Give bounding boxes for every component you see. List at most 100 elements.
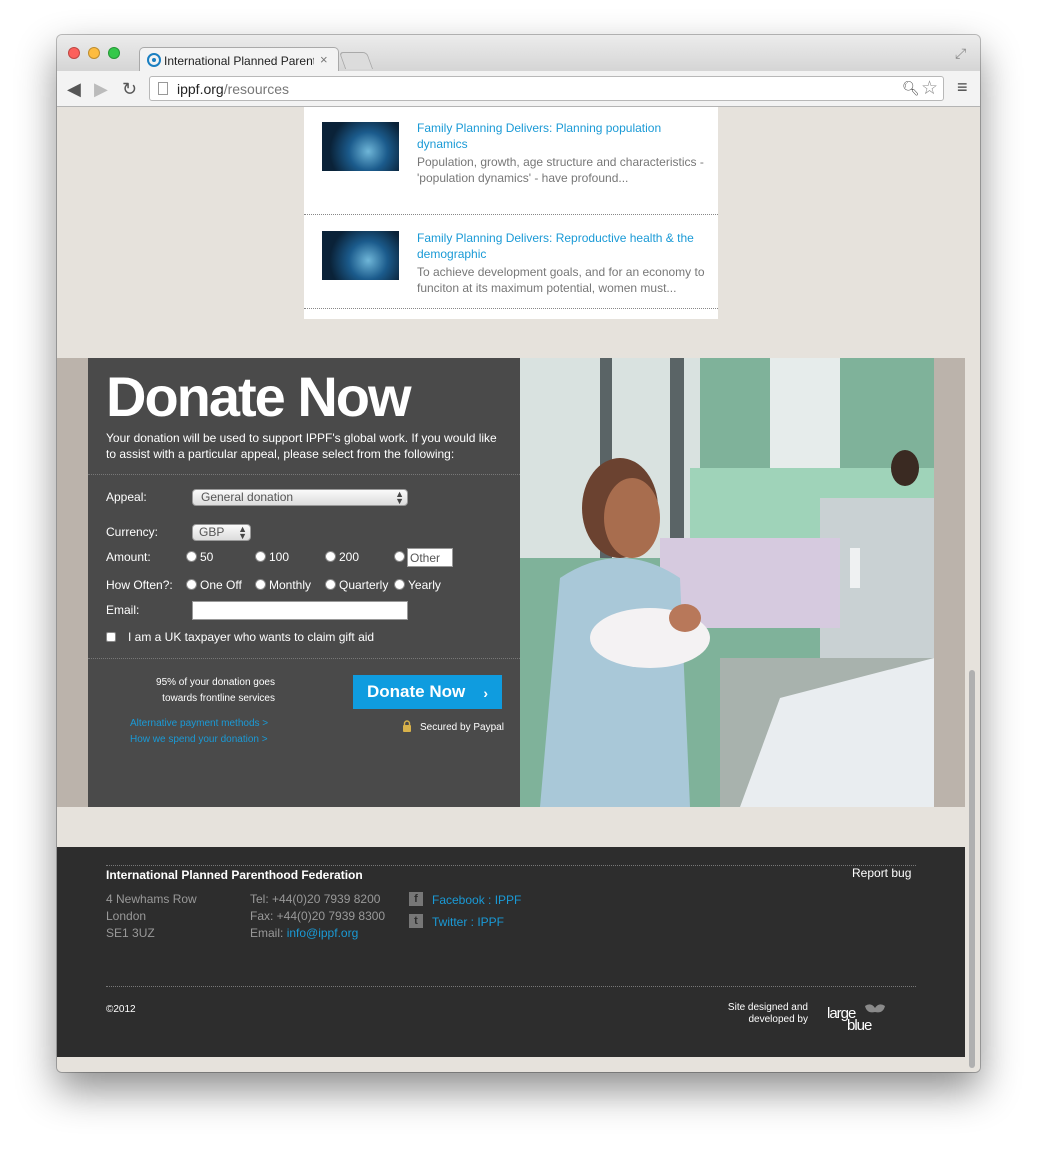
- address-bar[interactable]: ippf.org/resources 🔍︎ ☆: [149, 76, 944, 101]
- alternative-payment-link[interactable]: Alternative payment methods >: [130, 718, 268, 729]
- list-item: Family Planning Delivers: Reproductive h…: [304, 215, 718, 309]
- donate-heading: Donate Now: [106, 365, 412, 428]
- vertical-scrollbar[interactable]: [969, 670, 975, 1068]
- footer-org-name: International Planned Parenthood Federat…: [106, 868, 363, 882]
- frequency-radio-quarterly[interactable]: [325, 579, 336, 590]
- frequency-option-label: One Off: [200, 578, 242, 592]
- resource-thumbnail[interactable]: [322, 231, 399, 280]
- frequency-option-label: Quarterly: [339, 578, 389, 592]
- frequency-radio-yearly[interactable]: [394, 579, 405, 590]
- appeal-label: Appeal:: [106, 490, 147, 504]
- amount-option-label: 50: [200, 550, 214, 564]
- frequency-radio-one-off[interactable]: [186, 579, 197, 590]
- frequency-radio-monthly[interactable]: [255, 579, 266, 590]
- menu-icon[interactable]: ≡: [957, 77, 968, 98]
- twitter-link[interactable]: Twitter : IPPF: [432, 915, 504, 929]
- browser-window: International Planned Parenthood × ⤢ ◀ ▶…: [57, 35, 980, 1072]
- url-host: ippf.org: [177, 81, 224, 97]
- divider: [106, 986, 916, 987]
- giftaid-label: I am a UK taxpayer who wants to claim gi…: [128, 630, 375, 644]
- appeal-select[interactable]: General donation ▲ ▼: [192, 489, 408, 506]
- frequency-label: How Often?:: [106, 578, 173, 592]
- window-close-button[interactable]: [68, 47, 80, 59]
- amount-radio-other[interactable]: [394, 551, 405, 562]
- address-line: SE1 3UZ: [106, 926, 155, 940]
- email-line: Email: info@ippf.org: [250, 926, 358, 940]
- email-link[interactable]: info@ippf.org: [287, 926, 359, 940]
- currency-value: GBP: [199, 525, 225, 539]
- resource-thumbnail[interactable]: [322, 122, 399, 171]
- donate-button-label: Donate Now: [367, 682, 466, 701]
- resource-description: Population, growth, age structure and ch…: [417, 155, 704, 185]
- report-bug-link[interactable]: Report bug: [852, 866, 911, 880]
- facebook-icon[interactable]: f: [409, 892, 423, 906]
- ippf-favicon-icon: [147, 53, 161, 67]
- giftaid-checkbox[interactable]: [106, 632, 116, 642]
- new-tab-button[interactable]: [338, 52, 374, 69]
- page-icon: [158, 82, 168, 95]
- back-arrow-icon[interactable]: ◀: [67, 79, 81, 100]
- forward-arrow-icon[interactable]: ▶: [94, 79, 108, 100]
- amount-label: Amount:: [106, 550, 151, 564]
- divider: [88, 658, 520, 659]
- select-arrows-icon: ▲ ▼: [395, 489, 404, 506]
- zoom-icon[interactable]: 🔍︎: [902, 80, 920, 97]
- bookmark-star-icon[interactable]: ☆: [921, 77, 938, 100]
- site-credit: Site designed and developed by: [727, 1002, 808, 1025]
- tab-title: International Planned Parenthood: [164, 54, 314, 68]
- email-field[interactable]: [192, 601, 408, 620]
- list-item: Family Planning Delivers: Planning popul…: [304, 107, 718, 215]
- divider: [106, 865, 916, 866]
- donate-now-button[interactable]: Donate Now ›: [353, 675, 502, 709]
- fax: Fax: +44(0)20 7939 8300: [250, 909, 386, 923]
- facebook-link[interactable]: Facebook : IPPF: [432, 893, 521, 907]
- address-line: London: [106, 909, 147, 923]
- donate-section: Donate Now Your donation will be used to…: [57, 358, 965, 807]
- secured-by-paypal: Secured by Paypal: [420, 722, 504, 733]
- tab-close-icon[interactable]: ×: [320, 52, 328, 67]
- currency-label: Currency:: [106, 525, 159, 539]
- resource-title-link[interactable]: Family Planning Delivers: Reproductive h…: [417, 230, 707, 262]
- donation-spend-link[interactable]: How we spend your donation >: [130, 734, 268, 745]
- amount-radio-100[interactable]: [255, 551, 266, 562]
- title-bar: International Planned Parenthood × ⤢: [57, 35, 980, 72]
- logo-text-blue: blue: [847, 1017, 872, 1032]
- select-arrows-icon: ▲ ▼: [238, 524, 247, 541]
- appeal-value: General donation: [201, 490, 294, 504]
- resource-title-link[interactable]: Family Planning Delivers: Planning popul…: [417, 120, 707, 152]
- lock-icon: [403, 720, 411, 732]
- other-amount-input[interactable]: Other: [407, 548, 453, 567]
- resource-list: Family Planning Delivers: Planning popul…: [304, 107, 718, 319]
- page-viewport: Family Planning Delivers: Planning popul…: [57, 107, 980, 1072]
- divider: [88, 474, 520, 475]
- copyright: ©2012: [106, 1004, 136, 1015]
- telephone: Tel: +44(0)20 7939 8200: [250, 892, 381, 906]
- url-path: /resources: [223, 81, 290, 97]
- site-footer: International Planned Parenthood Federat…: [57, 847, 965, 1057]
- donate-intro: Your donation will be used to support IP…: [106, 431, 497, 461]
- frequency-option-label: Yearly: [408, 578, 441, 592]
- amount-option-label: 200: [339, 550, 360, 564]
- email-label: Email:: [106, 603, 140, 617]
- frontline-note: 95% of your donation goes towards frontl…: [156, 677, 275, 704]
- browser-toolbar: ◀ ▶ ↻ ippf.org/resources 🔍︎ ☆ ≡: [57, 71, 980, 107]
- fullscreen-icon[interactable]: ⤢: [955, 45, 966, 62]
- window-maximize-button[interactable]: [108, 47, 120, 59]
- amount-radio-200[interactable]: [325, 551, 336, 562]
- amount-radio-50[interactable]: [186, 551, 197, 562]
- window-minimize-button[interactable]: [88, 47, 100, 59]
- address-line: 4 Newhams Row: [106, 892, 197, 906]
- browser-tab[interactable]: International Planned Parenthood ×: [139, 47, 339, 72]
- reload-icon[interactable]: ↻: [122, 79, 137, 100]
- resource-description: To achieve development goals, and for an…: [417, 265, 705, 295]
- email-prefix: Email:: [250, 926, 287, 940]
- frequency-option-label: Monthly: [269, 578, 312, 592]
- currency-select[interactable]: GBP ▲ ▼: [192, 524, 251, 541]
- amount-option-label: 100: [269, 550, 290, 564]
- chevron-right-icon: ›: [483, 685, 488, 701]
- url-text: ippf.org/resources: [177, 81, 289, 97]
- large-blue-logo[interactable]: large blue: [825, 1002, 887, 1032]
- twitter-icon[interactable]: t: [409, 914, 423, 928]
- mother-and-baby-photo: [520, 358, 934, 807]
- donate-form-panel: Donate Now Your donation will be used to…: [88, 358, 520, 807]
